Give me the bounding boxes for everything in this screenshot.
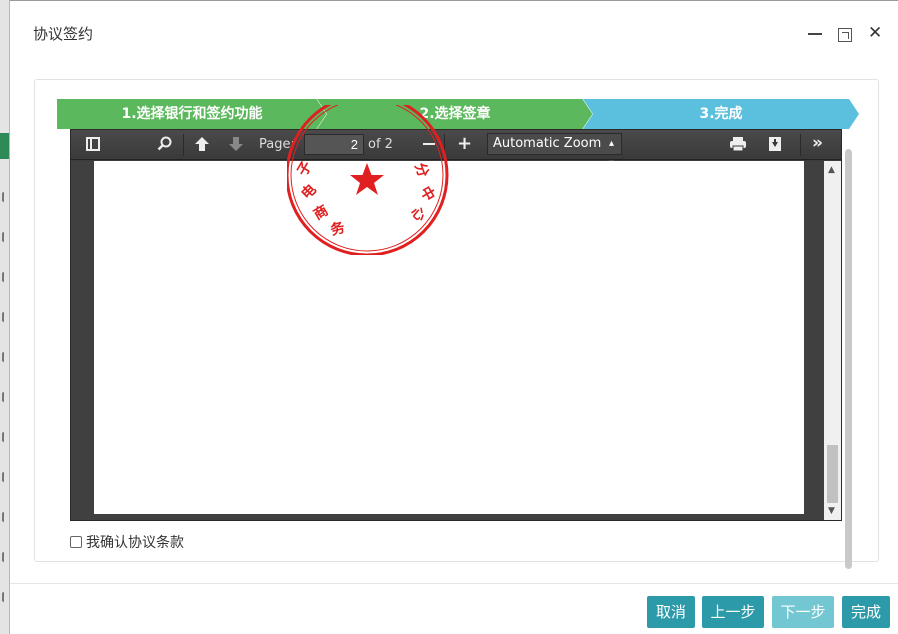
svg-text:心: 心 bbox=[407, 204, 428, 225]
background-mark bbox=[2, 352, 7, 362]
print-icon[interactable] bbox=[729, 136, 747, 156]
confirm-agreement-label: 我确认协议条款 bbox=[86, 535, 184, 551]
step-3: 3.完成 bbox=[583, 99, 859, 129]
cancel-button[interactable]: 取消 bbox=[647, 596, 695, 628]
minimize-icon[interactable] bbox=[807, 25, 823, 39]
scrollbar-thumb[interactable] bbox=[827, 445, 838, 503]
background-mark bbox=[2, 272, 7, 282]
zoom-in-icon[interactable]: + bbox=[457, 135, 472, 153]
download-icon[interactable] bbox=[768, 136, 782, 156]
dialog-header: 协议签约 ✕ bbox=[10, 1, 898, 71]
pdf-document-area[interactable]: 子 电 商 务 分 中 心 bbox=[71, 105, 841, 520]
svg-text:中: 中 bbox=[417, 184, 439, 205]
sign-agreement-dialog: 协议签约 ✕ 1.选择银行和签约功能 2.选择签章 3.完成 Page: 2 o… bbox=[10, 0, 898, 634]
toolbar-separator bbox=[800, 134, 801, 156]
pdf-viewer: Page: of 2 + Automatic Zoom ▴▾ » bbox=[70, 105, 842, 521]
previous-page-icon[interactable] bbox=[194, 136, 210, 156]
finish-button[interactable]: 完成 bbox=[842, 596, 890, 628]
close-icon[interactable]: ✕ bbox=[868, 24, 882, 42]
scroll-down-icon[interactable]: ▼ bbox=[828, 506, 835, 516]
pdf-page: 子 电 商 务 分 中 心 bbox=[94, 105, 804, 514]
toolbar-separator bbox=[183, 134, 184, 156]
tools-icon[interactable]: » bbox=[812, 134, 823, 152]
footer-divider bbox=[10, 583, 898, 584]
previous-step-button[interactable]: 上一步 bbox=[702, 596, 764, 628]
next-step-button[interactable]: 下一步 bbox=[772, 596, 834, 628]
background-mark bbox=[2, 472, 7, 482]
background-highlight bbox=[0, 133, 9, 159]
zoom-select[interactable]: Automatic Zoom ▴▾ bbox=[487, 133, 622, 169]
background-mark bbox=[2, 392, 7, 402]
background-mark bbox=[2, 552, 7, 562]
background-mark bbox=[2, 232, 7, 242]
step-3-label: 3.完成 bbox=[699, 106, 743, 122]
search-icon[interactable] bbox=[157, 136, 173, 156]
sidebar-toggle-icon[interactable] bbox=[86, 137, 100, 151]
maximize-icon[interactable] bbox=[838, 28, 852, 42]
svg-text:商: 商 bbox=[311, 202, 332, 224]
svg-text:电: 电 bbox=[298, 181, 320, 203]
scroll-up-icon[interactable]: ▲ bbox=[828, 165, 835, 175]
confirm-agreement-checkbox[interactable]: 我确认协议条款 bbox=[70, 535, 184, 551]
background-mark bbox=[2, 192, 7, 202]
background-mark bbox=[2, 512, 7, 522]
background-mark bbox=[2, 592, 7, 602]
background-page-strip bbox=[0, 0, 10, 634]
background-mark bbox=[2, 432, 7, 442]
wizard-steps: 1.选择银行和签约功能 2.选择签章 3.完成 bbox=[57, 99, 859, 129]
checkbox-icon[interactable] bbox=[70, 536, 82, 548]
zoom-value: Automatic Zoom bbox=[493, 136, 602, 151]
official-seal-stamp: 子 电 商 务 分 中 心 bbox=[287, 105, 449, 255]
step-1-label: 1.选择银行和签约功能 bbox=[121, 106, 263, 122]
svg-text:子: 子 bbox=[295, 159, 316, 179]
svg-text:务: 务 bbox=[329, 219, 348, 239]
next-page-icon[interactable] bbox=[228, 136, 244, 156]
dialog-title: 协议签约 bbox=[33, 25, 94, 43]
svg-text:分: 分 bbox=[411, 161, 431, 180]
pdf-scrollbar[interactable]: ▲ ▼ bbox=[824, 161, 841, 520]
background-mark bbox=[2, 312, 7, 322]
dialog-scrollbar-thumb[interactable] bbox=[845, 149, 852, 569]
